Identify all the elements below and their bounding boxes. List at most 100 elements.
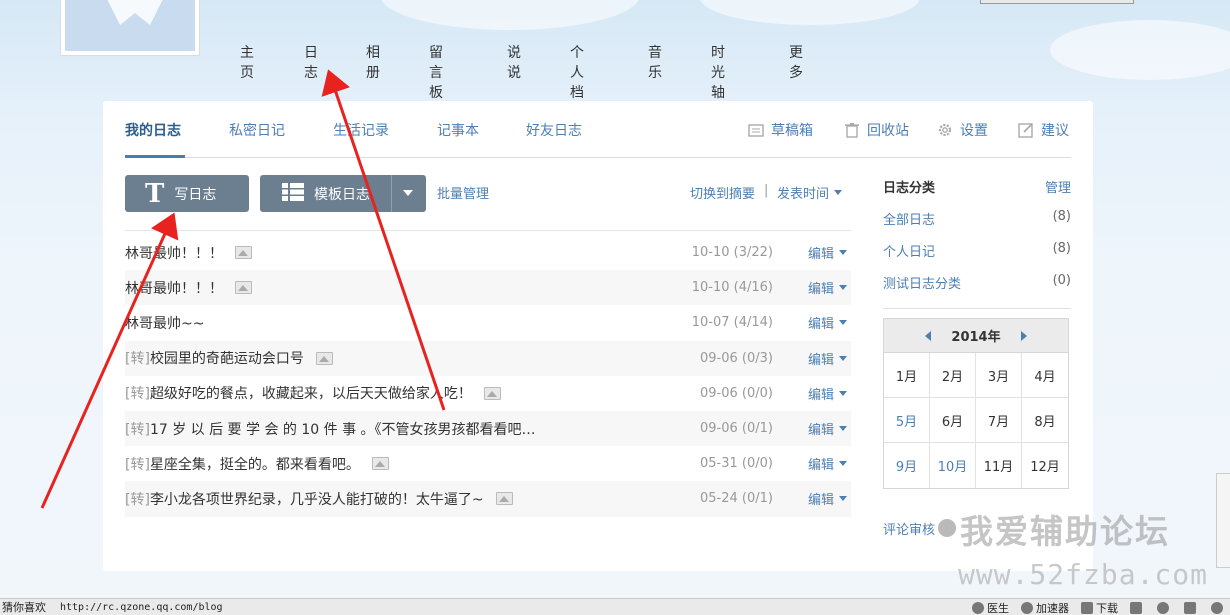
top-right-widget[interactable] [980, 0, 1134, 4]
post-stats: (0/0) [741, 456, 773, 472]
suggest-link[interactable]: 建议 [1018, 120, 1069, 140]
blog-post-row: 林哥最帅~~ 10-07 (4/14) 编辑 [125, 305, 851, 340]
calendar-month[interactable]: 5月 [884, 398, 930, 443]
chevron-down-icon [839, 461, 847, 467]
status-doctor[interactable]: 医生 [972, 600, 1009, 615]
drafts-link[interactable]: 草稿箱 [748, 120, 813, 140]
nav-item-timeline[interactable]: 时光轴 [711, 42, 725, 102]
edit-dropdown[interactable]: 编辑 [808, 489, 847, 508]
edit-dropdown[interactable]: 编辑 [808, 278, 847, 297]
calendar-month[interactable]: 10月 [930, 443, 976, 488]
blog-panel: 我的日志 私密日记 生活记录 记事本 好友日志 草稿箱 回收站 设置 建议 T … [103, 101, 1093, 571]
edit-label: 编辑 [807, 282, 834, 298]
post-stats: (0/3) [741, 350, 773, 366]
tab-life-record[interactable]: 生活记录 [333, 120, 389, 140]
tab-private-diary[interactable]: 私密日记 [229, 120, 285, 140]
template-blog-label: 模板日志 [314, 186, 370, 203]
blog-post-title[interactable]: 林哥最帅~~ [125, 313, 204, 333]
edit-icon [1018, 122, 1034, 138]
calendar-month[interactable]: 9月 [884, 443, 930, 488]
nav-item-music[interactable]: 音乐 [648, 42, 662, 82]
calendar-month: 11月 [976, 443, 1022, 488]
settings-icon [1211, 601, 1223, 614]
post-title-text: 校园里的奇葩运动会口号 [149, 351, 304, 368]
dropdown-caret-icon[interactable] [403, 190, 413, 196]
blog-post-title[interactable]: 林哥最帅！！！ [125, 243, 223, 263]
blog-post-title[interactable]: [转]星座全集，挺全的。都来看看吧。 [125, 454, 360, 474]
avatar[interactable] [60, 0, 200, 56]
edit-dropdown[interactable]: 编辑 [808, 454, 847, 473]
sort-by-date-dropdown[interactable]: 发表时间 [777, 183, 843, 202]
post-date: 10-10 [691, 280, 730, 296]
blog-post-row: [转]李小龙各项世界纪录，几乎没人能打破的！太牛逼了~ 05-24 (0/1) 编辑 [125, 481, 851, 517]
recycle-link[interactable]: 回收站 [844, 120, 909, 140]
next-year-icon[interactable] [1020, 330, 1027, 341]
status-extra-2[interactable] [1157, 601, 1172, 614]
status-extra-4[interactable] [1211, 601, 1226, 614]
edit-label: 编辑 [807, 352, 834, 368]
edit-label: 编辑 [807, 317, 834, 333]
edit-dropdown[interactable]: 编辑 [808, 419, 847, 438]
post-stats: (0/1) [741, 491, 773, 507]
status-extra-1[interactable] [1130, 601, 1145, 614]
chevron-down-icon [834, 190, 843, 195]
category-item-all[interactable]: 全部日志 (8) [883, 209, 1071, 228]
tab-notebook[interactable]: 记事本 [437, 120, 479, 140]
nav-item-blog[interactable]: 日志 [304, 42, 318, 82]
edit-dropdown[interactable]: 编辑 [808, 384, 847, 403]
status-extra-3[interactable] [1184, 601, 1199, 614]
nav-item-home[interactable]: 主页 [240, 42, 254, 82]
write-blog-button[interactable]: T 写日志 [125, 175, 249, 212]
category-item-test[interactable]: 测试日志分类 (0) [883, 273, 1071, 292]
post-date: 10-10 [691, 245, 730, 261]
nav-item-album[interactable]: 相册 [366, 42, 380, 82]
comment-review-link[interactable]: 评论审核 [883, 519, 935, 538]
cloud-decoration [700, 0, 920, 25]
nav-item-profile[interactable]: 个人档 [570, 42, 584, 102]
nav-item-guestbook[interactable]: 留言板 [429, 42, 443, 102]
edit-dropdown[interactable]: 编辑 [808, 243, 847, 262]
post-meta: 09-06 (0/1) [700, 421, 773, 436]
repost-tag: [转] [125, 491, 150, 508]
blog-post-title[interactable]: [转]李小龙各项世界纪录，几乎没人能打破的！太牛逼了~ [125, 489, 484, 509]
category-heading: 日志分类 [883, 181, 936, 196]
blog-post-title[interactable]: [转]17 岁 以 后 要 学 会 的 10 件 事 。《不管女孩男孩都看看吧… [125, 419, 536, 439]
watermark-logo-icon [938, 519, 956, 537]
prev-year-icon[interactable] [925, 330, 932, 341]
chevron-down-icon [839, 426, 847, 432]
category-manage-link[interactable]: 管理 [1045, 177, 1071, 196]
blog-post-title[interactable]: [转]超级好吃的餐点，收藏起来，以后天天做给家人吃！ [125, 383, 472, 403]
post-meta: 10-10 (4/16) [692, 280, 773, 295]
edit-dropdown[interactable]: 编辑 [808, 349, 847, 368]
category-header: 日志分类 管理 [883, 177, 1071, 196]
blog-post-title[interactable]: 林哥最帅！！！ [125, 278, 223, 298]
cloud-decoration [380, 0, 640, 30]
edit-dropdown[interactable]: 编辑 [808, 313, 847, 332]
status-download[interactable]: 下载 [1081, 600, 1118, 615]
category-count: (8) [1052, 209, 1071, 224]
status-label: 下载 [1096, 601, 1118, 615]
template-blog-button[interactable]: 模板日志 [260, 175, 426, 212]
settings-link[interactable]: 设置 [937, 120, 988, 140]
calendar-month: 2月 [930, 353, 976, 398]
tab-my-blog[interactable]: 我的日志 [125, 120, 181, 140]
side-scroll-handle[interactable] [1216, 473, 1230, 568]
blog-post-title[interactable]: [转]校园里的奇葩运动会口号 [125, 348, 304, 368]
avatar-image [65, 0, 195, 51]
chevron-down-icon [839, 320, 847, 326]
switch-summary-link[interactable]: 切换到摘要 [690, 183, 755, 202]
blog-post-row: 林哥最帅！！！ 10-10 (4/16) 编辑 [125, 270, 851, 306]
category-name: 个人日记 [883, 245, 936, 260]
status-accelerator[interactable]: 加速器 [1021, 600, 1069, 615]
rocket-icon [1021, 601, 1033, 614]
post-date: 05-31 [700, 456, 738, 472]
nav-item-shuoshuo[interactable]: 说说 [507, 42, 521, 82]
category-item-personal[interactable]: 个人日记 (8) [883, 241, 1071, 260]
calendar-month: 3月 [976, 353, 1022, 398]
template-icon [282, 182, 304, 205]
post-meta: 10-07 (4/14) [692, 315, 773, 330]
status-guess-like[interactable]: 猜你喜欢 [2, 599, 46, 615]
batch-manage-link[interactable]: 批量管理 [437, 183, 489, 202]
tab-friends-blog[interactable]: 好友日志 [526, 120, 582, 140]
nav-item-more[interactable]: 更多 [789, 42, 803, 82]
